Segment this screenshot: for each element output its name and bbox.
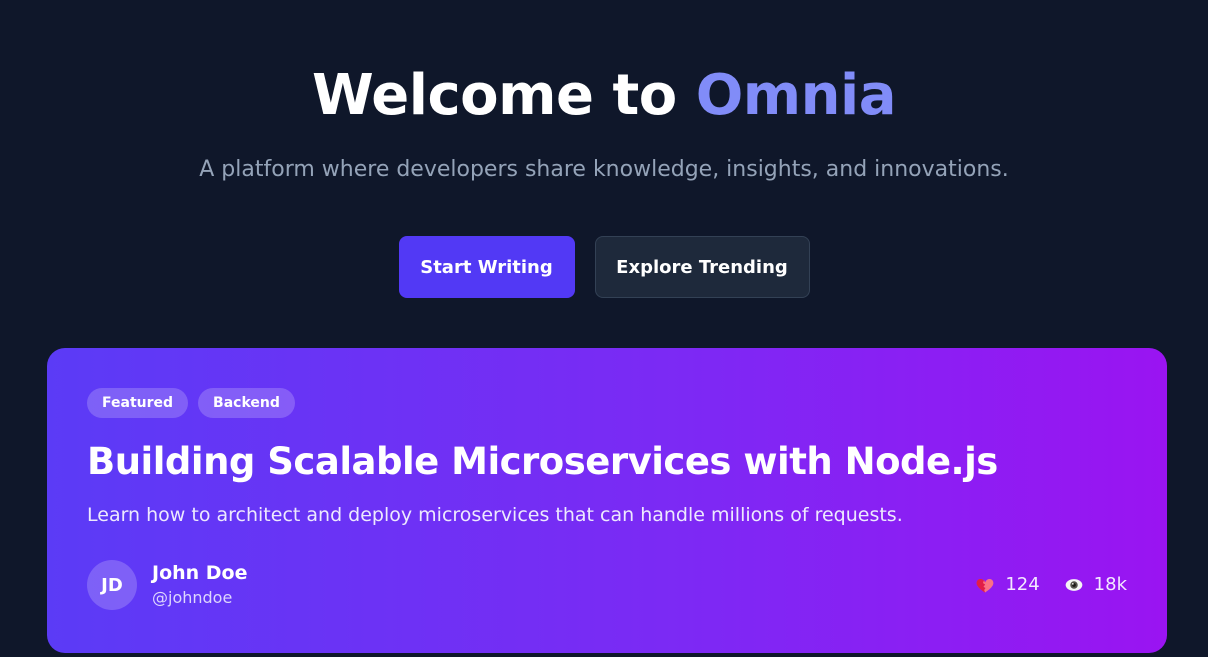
- tag-featured[interactable]: Featured: [87, 388, 189, 418]
- author-name[interactable]: John Doe: [152, 560, 248, 586]
- eye-icon: [1064, 575, 1084, 595]
- featured-post-card[interactable]: Featured Backend Building Scalable Micro…: [47, 348, 1167, 653]
- post-description: Learn how to architect and deploy micros…: [87, 504, 903, 526]
- post-stats: 124 18k: [975, 574, 1127, 595]
- likes-count: 124: [1005, 574, 1040, 595]
- views-count: 18k: [1093, 574, 1127, 595]
- page: Welcome to Omnia A platform where develo…: [0, 0, 1208, 657]
- tag-list: Featured Backend: [87, 388, 295, 418]
- post-title[interactable]: Building Scalable Microservices with Nod…: [87, 440, 998, 484]
- likes-stat[interactable]: 124: [975, 574, 1040, 595]
- hero-title-prefix: Welcome to: [312, 63, 696, 128]
- hero-title-brand: Omnia: [695, 63, 897, 128]
- explore-trending-button[interactable]: Explore Trending: [594, 236, 810, 298]
- tag-backend[interactable]: Backend: [198, 388, 295, 418]
- author-meta: John Doe @johndoe: [152, 560, 248, 610]
- author-handle: @johndoe: [152, 588, 233, 607]
- author-info[interactable]: JD John Doe @johndoe: [87, 560, 248, 610]
- hero-actions: Start Writing Explore Trending: [0, 236, 1208, 298]
- avatar[interactable]: JD: [87, 560, 137, 610]
- views-stat: 18k: [1064, 574, 1127, 595]
- heart-icon: [975, 575, 995, 595]
- start-writing-button[interactable]: Start Writing: [398, 236, 575, 298]
- hero-subtitle: A platform where developers share knowle…: [199, 157, 1009, 182]
- hero-title: Welcome to Omnia: [0, 60, 1208, 132]
